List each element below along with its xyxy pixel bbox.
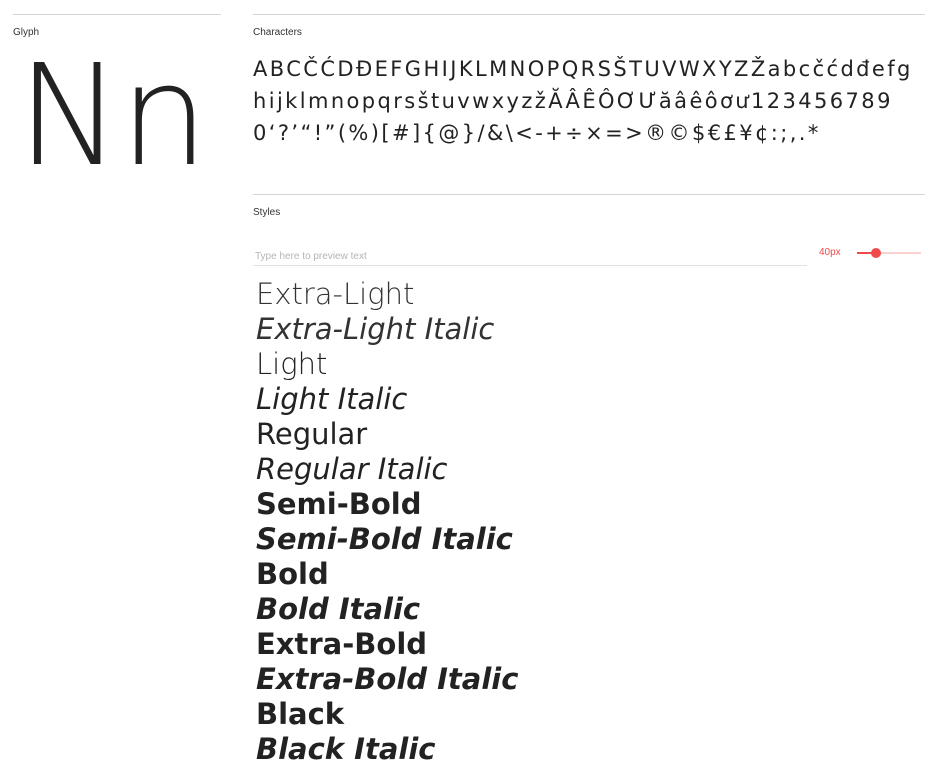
font-size-slider[interactable] (857, 246, 921, 260)
characters-section: Characters ABCČĆDĐEFGHIJKLMNOPQRSŠTUVWXY… (253, 14, 925, 149)
style-preview-item: Bold (256, 557, 329, 591)
characters-heading: Characters (253, 27, 302, 38)
style-preview-item: Semi-Bold (256, 487, 422, 521)
style-preview-item: Black Italic (256, 732, 436, 766)
slider-thumb[interactable] (871, 248, 882, 258)
style-preview-item: Light Italic (256, 382, 408, 416)
style-preview-item: Semi-Bold Italic (256, 522, 513, 556)
style-preview-item: Black (256, 697, 345, 731)
style-preview-list: Extra-Light Extra-Light Italic Light Lig… (256, 277, 925, 767)
styles-heading: Styles (253, 207, 281, 218)
glyph-section: Glyph Nn (13, 14, 221, 187)
glyph-divider (13, 14, 221, 15)
font-size-label: 40px (819, 247, 841, 258)
style-preview-item: Extra-Light (256, 277, 415, 311)
style-preview-item: Regular Italic (256, 452, 448, 486)
styles-divider (253, 194, 925, 195)
style-preview-item: Regular (256, 417, 368, 451)
style-preview-item: Extra-Light Italic (256, 312, 495, 346)
font-specimen-page: Glyph Nn Characters ABCČĆDĐEFGHIJKLMNOPQ… (0, 0, 944, 774)
glyph-sample: Nn (17, 35, 208, 198)
preview-text-input[interactable] (253, 247, 807, 266)
style-preview-item: Bold Italic (256, 592, 421, 626)
preview-controls: 40px (253, 241, 925, 271)
style-preview-item: Light (256, 347, 328, 381)
style-preview-item: Extra-Bold Italic (256, 662, 519, 696)
styles-section: Styles 40px Extra-Light Extra-Light Ital… (253, 194, 925, 767)
characters-divider (253, 14, 925, 15)
character-set: ABCČĆDĐEFGHIJKLMNOPQRSŠTUVWXYZŽabcčćdđef… (253, 57, 913, 145)
style-preview-item: Extra-Bold (256, 627, 428, 661)
